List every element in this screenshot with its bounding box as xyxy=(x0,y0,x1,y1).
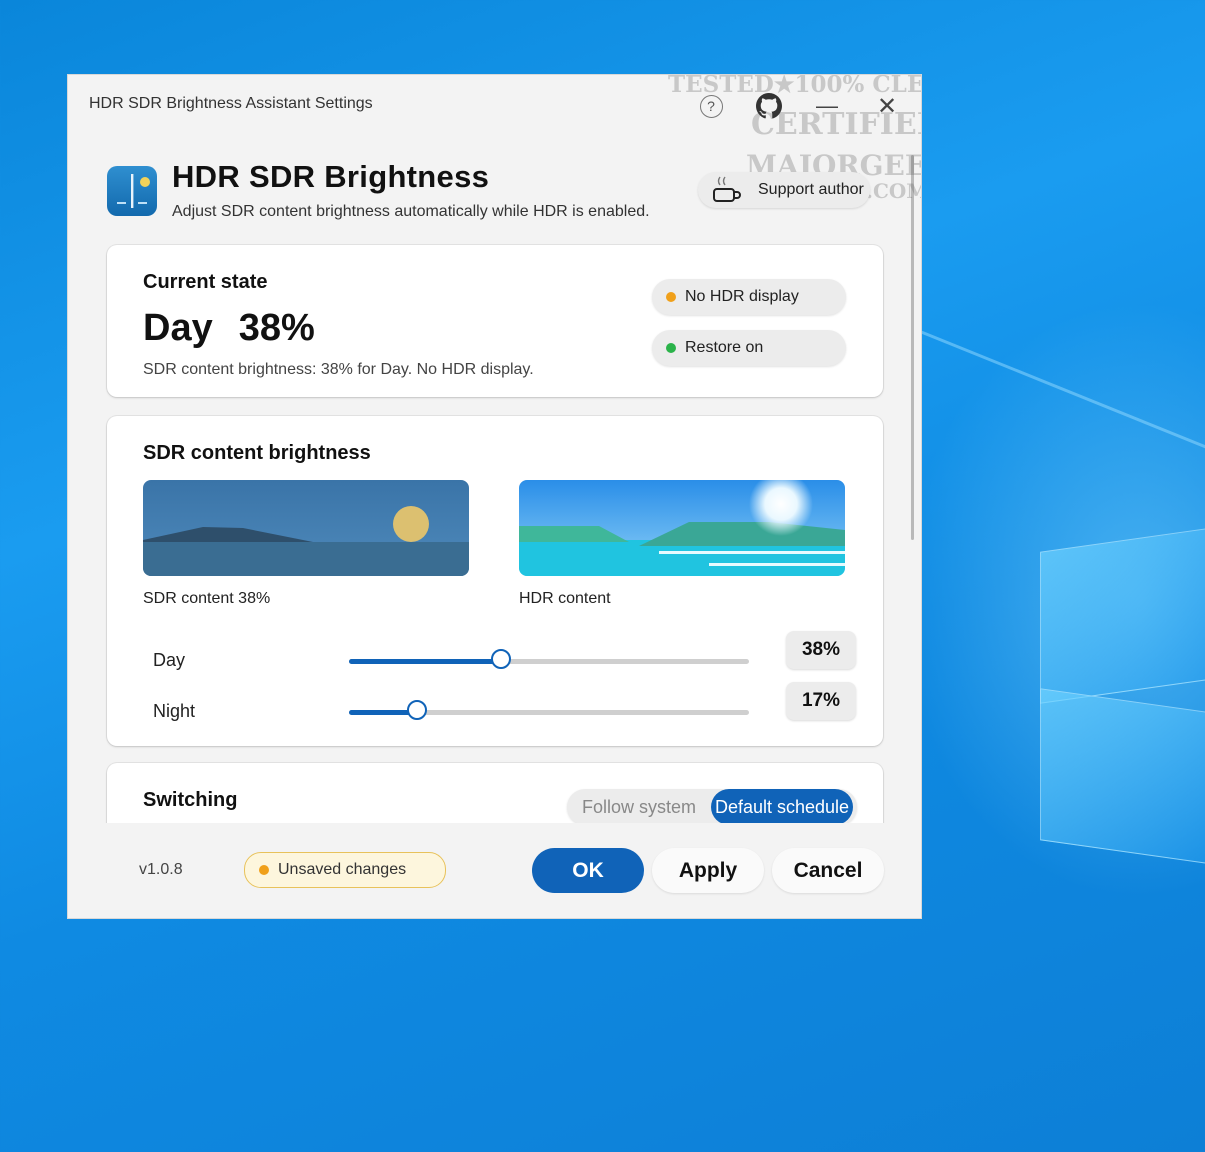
apply-button[interactable]: Apply xyxy=(652,848,764,893)
day-slider-handle[interactable] xyxy=(491,649,511,669)
cancel-button[interactable]: Cancel xyxy=(772,848,884,893)
night-slider-handle[interactable] xyxy=(407,700,427,720)
unsaved-changes-label: Unsaved changes xyxy=(278,861,407,878)
default-schedule-option[interactable]: Default schedule xyxy=(711,789,853,825)
day-slider[interactable] xyxy=(349,649,749,669)
status-badge-restore: Restore on xyxy=(652,330,846,366)
settings-window: HDR SDR Brightness Assistant Settings TE… xyxy=(68,75,921,918)
night-slider[interactable] xyxy=(349,700,749,720)
day-slider-fill xyxy=(349,659,501,664)
window-title: HDR SDR Brightness Assistant Settings xyxy=(89,95,373,112)
ok-button[interactable]: OK xyxy=(532,848,644,893)
current-state-value: Day 38% xyxy=(143,307,315,350)
warning-dot-icon xyxy=(259,865,269,875)
help-icon[interactable]: ? xyxy=(696,91,726,121)
follow-system-option[interactable]: Follow system xyxy=(567,789,711,825)
title-bar-controls: ? — ✕ xyxy=(696,91,916,125)
sdr-label: SDR content xyxy=(143,590,234,607)
day-value-box[interactable]: 38% xyxy=(786,631,856,669)
day-slider-label: Day xyxy=(153,650,186,670)
github-icon[interactable] xyxy=(754,91,784,121)
status-badge-label: No HDR display xyxy=(685,288,799,305)
app-title: HDR SDR Brightness xyxy=(172,159,490,194)
app-icon xyxy=(107,166,157,216)
version-label: v1.0.8 xyxy=(139,861,183,878)
status-badge-hdr: No HDR display xyxy=(652,279,846,315)
unsaved-changes-badge: Unsaved changes xyxy=(244,852,446,888)
night-slider-label: Night xyxy=(153,701,196,721)
status-badge-label: Restore on xyxy=(685,339,764,356)
current-mode: Day xyxy=(143,307,213,349)
switching-heading: Switching xyxy=(143,789,238,811)
warning-dot-icon xyxy=(666,292,676,302)
night-value-box[interactable]: 17% xyxy=(786,682,856,720)
current-state-description: SDR content brightness: 38% for Day. No … xyxy=(143,361,534,378)
current-state-heading: Current state xyxy=(143,271,268,293)
success-dot-icon xyxy=(666,343,676,353)
sdr-value: 38% xyxy=(238,590,271,607)
sdr-preview-image xyxy=(143,480,469,576)
sdr-preview-caption: SDR content 38% xyxy=(143,590,270,608)
footer-bar: v1.0.8 Unsaved changes OK Apply Cancel xyxy=(68,823,921,918)
minimize-icon[interactable]: — xyxy=(812,91,842,121)
sdr-brightness-heading: SDR content brightness xyxy=(143,442,371,464)
support-author-label: Support author xyxy=(758,181,864,198)
current-percent: 38% xyxy=(238,307,315,349)
support-author-button[interactable]: Support author xyxy=(698,172,870,208)
switching-mode-toggle[interactable]: Follow system Default schedule xyxy=(567,789,857,825)
sdr-brightness-card: SDR content brightness SDR content 38% H… xyxy=(107,416,883,746)
hdr-preview-image xyxy=(519,480,845,576)
hdr-preview-caption: HDR content xyxy=(519,590,611,607)
coffee-icon xyxy=(713,176,741,202)
scrollbar[interactable] xyxy=(911,155,914,540)
close-icon[interactable]: ✕ xyxy=(872,91,902,121)
app-subtitle: Adjust SDR content brightness automatica… xyxy=(172,203,650,220)
current-state-card: Current state Day 38% SDR content brightn… xyxy=(107,245,883,397)
